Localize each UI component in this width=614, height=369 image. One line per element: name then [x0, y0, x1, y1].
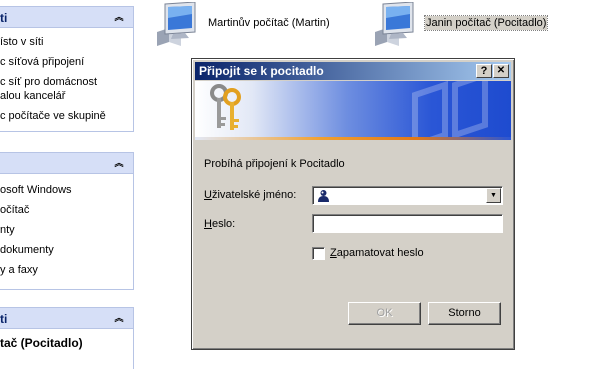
dropdown-arrow-icon[interactable]: ▼ — [486, 188, 501, 203]
task-link-workgroup-computers[interactable]: c počítače ve skupině — [0, 106, 133, 126]
place-link-printers-faxes[interactable]: y a faxy — [0, 260, 133, 280]
place-link-windows-network[interactable]: osoft Windows — [0, 180, 133, 200]
close-button[interactable]: ✕ — [493, 64, 509, 78]
place-link-documents[interactable]: nty — [0, 220, 133, 240]
banner-accent-line — [195, 137, 511, 140]
details-title: tač (Pocitadlo) — [0, 336, 83, 350]
collapse-chevron-icon[interactable]: ︽ — [112, 311, 126, 325]
computer-icon — [157, 2, 196, 46]
task-pane-details: ti ︽ tač (Pocitadlo) — [0, 307, 134, 369]
pane-title: ti — [0, 11, 8, 25]
task-pane-network-tasks: ti ︽ ísto v síti c síťová připojení c sí… — [0, 6, 134, 132]
task-link-line: c síť pro domácnost — [0, 76, 98, 88]
task-link-network-connections[interactable]: c síťová připojení — [0, 52, 133, 72]
password-label: Heslo: — [204, 218, 236, 230]
help-button[interactable]: ? — [476, 64, 492, 78]
collapse-chevron-icon[interactable]: ︽ — [112, 10, 126, 24]
task-link-line: alou kancelář — [0, 90, 66, 102]
remember-password-checkbox[interactable] — [312, 247, 325, 260]
pane-header[interactable]: ti ︽ — [0, 6, 134, 28]
username-combobox[interactable]: ▼ — [312, 186, 503, 205]
pane-title: ti — [0, 312, 8, 326]
place-link-shared-documents[interactable]: dokumenty — [0, 240, 133, 260]
dialog-banner — [195, 81, 511, 138]
task-link-home-network[interactable]: c síť pro domácnost alou kancelář — [0, 72, 133, 106]
task-link-network-places[interactable]: ísto v síti — [0, 32, 133, 52]
dialog-titlebar[interactable]: Připojit se k pocitadlo ? ✕ — [195, 62, 511, 80]
computer-label: Martinův počítač (Martin) — [208, 17, 330, 29]
ok-button[interactable]: OK — [348, 302, 421, 325]
cancel-button[interactable]: Storno — [428, 302, 501, 325]
remember-password-label[interactable]: Zapamatovat heslo — [330, 247, 424, 259]
connect-dialog: Připojit se k pocitadlo ? ✕ Probíhá přip… — [191, 58, 515, 350]
computer-item-martin[interactable]: Martinův počítač (Martin) — [155, 0, 345, 48]
user-icon — [318, 190, 329, 202]
collapse-chevron-icon[interactable]: ︽ — [112, 156, 126, 170]
dialog-title: Připojit se k pocitadlo — [199, 64, 324, 78]
password-field[interactable] — [312, 214, 503, 233]
computer-label: Janin počítač (Pocitadlo) — [423, 15, 549, 31]
keys-icon — [210, 84, 241, 130]
computer-item-janin[interactable]: Janin počítač (Pocitadlo) — [373, 0, 563, 48]
username-label: Uživatelské jméno: — [204, 189, 297, 201]
place-link-my-computer[interactable]: očítač — [0, 200, 133, 220]
pane-header[interactable]: ti ︽ — [0, 307, 134, 329]
pane-header[interactable]: ︽ — [0, 152, 134, 174]
computer-icon — [375, 2, 414, 46]
watermark-graphic — [412, 81, 488, 138]
connecting-message: Probíhá připojení k Pocitadlo — [204, 158, 345, 170]
task-pane-other-places: ︽ osoft Windows očítač nty dokumenty y a… — [0, 152, 134, 290]
